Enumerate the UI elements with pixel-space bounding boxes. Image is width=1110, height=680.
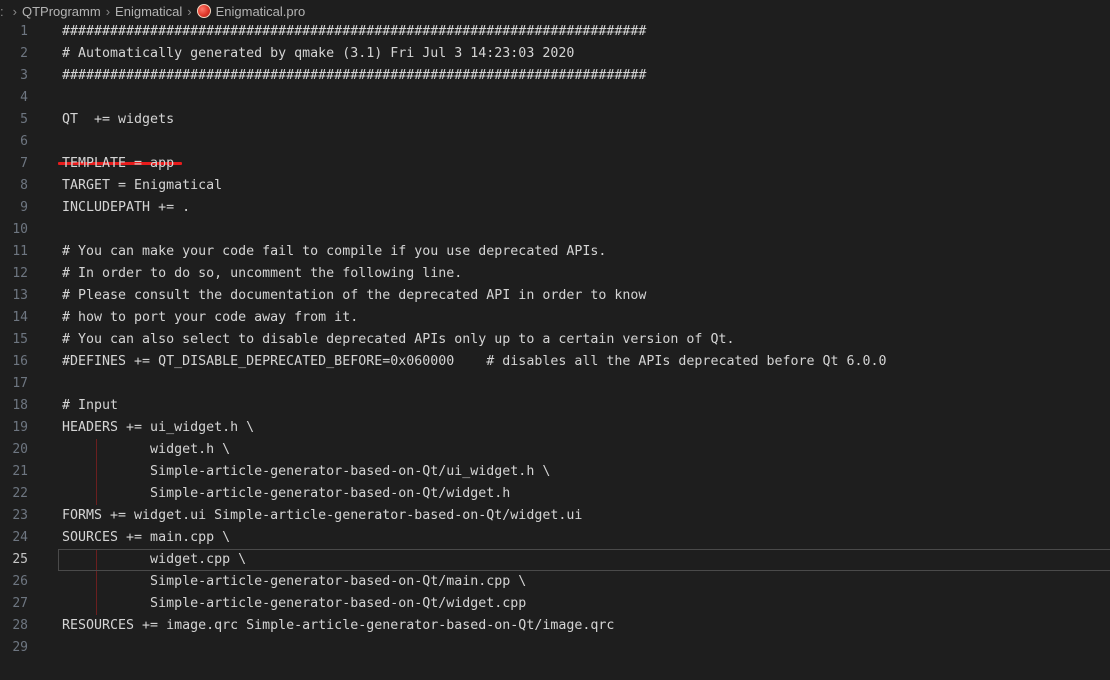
code-line[interactable]: 12 # In order to do so, uncomment the fol…	[0, 263, 1110, 285]
code-line[interactable]: 13 # Please consult the documentation of …	[0, 285, 1110, 307]
code-line[interactable]: 4	[0, 87, 1110, 109]
code-line[interactable]: 15 # You can also select to disable depre…	[0, 329, 1110, 351]
breadcrumb-item-file[interactable]: Enigmatical.pro	[216, 4, 306, 19]
line-number: 24	[12, 530, 28, 545]
code-line[interactable]: 26 Simple-article-generator-based-on-Qt/…	[0, 571, 1110, 593]
code-text: Simple-article-generator-based-on-Qt/wid…	[62, 596, 527, 611]
code-line[interactable]: 10	[0, 219, 1110, 241]
line-number: 20	[12, 442, 28, 457]
code-text: RESOURCES += image.qrc Simple-article-ge…	[62, 618, 615, 633]
code-text: FORMS += widget.ui Simple-article-genera…	[62, 508, 583, 523]
code-text: HEADERS += ui_widget.h \	[62, 420, 255, 435]
code-line[interactable]: 27 Simple-article-generator-based-on-Qt/…	[0, 593, 1110, 615]
line-number: 22	[12, 486, 28, 501]
code-line[interactable]: 22 Simple-article-generator-based-on-Qt/…	[0, 483, 1110, 505]
code-line[interactable]: 2 # Automatically generated by qmake (3.1…	[0, 43, 1110, 65]
code-editor[interactable]: 1 #######################################…	[0, 22, 1110, 680]
code-text: TARGET = Enigmatical	[62, 178, 223, 193]
qt-project-file-icon	[196, 4, 211, 18]
code-line[interactable]: 25 widget.cpp \	[0, 549, 1110, 571]
code-text: #DEFINES += QT_DISABLE_DEPRECATED_BEFORE…	[62, 354, 887, 369]
line-number: 13	[12, 288, 28, 303]
line-number: 21	[12, 464, 28, 479]
code-text: Simple-article-generator-based-on-Qt/ui_…	[62, 464, 551, 479]
line-number: 1	[20, 24, 28, 39]
code-line[interactable]: 28 RESOURCES += image.qrc Simple-article-…	[0, 615, 1110, 637]
breadcrumb-item-qtprogramm[interactable]: QTProgramm	[22, 4, 101, 19]
line-number: 17	[12, 376, 28, 391]
code-line[interactable]: 21 Simple-article-generator-based-on-Qt/…	[0, 461, 1110, 483]
code-text: # In order to do so, uncomment the follo…	[62, 266, 463, 281]
line-number: 9	[20, 200, 28, 215]
code-line[interactable]: 14 # how to port your code away from it.	[0, 307, 1110, 329]
line-number: 6	[20, 134, 28, 149]
code-text: QT += widgets	[62, 112, 175, 127]
code-line[interactable]: 24 SOURCES += main.cpp \	[0, 527, 1110, 549]
code-line[interactable]: 16 #DEFINES += QT_DISABLE_DEPRECATED_BEFO…	[0, 351, 1110, 373]
line-number: 11	[12, 244, 28, 259]
code-text: ########################################…	[62, 24, 647, 39]
code-line[interactable]: 7 TEMPLATE = app	[0, 153, 1110, 175]
line-number: 19	[12, 420, 28, 435]
code-text: SOURCES += main.cpp \	[62, 530, 231, 545]
code-text: widget.h \	[62, 442, 231, 457]
breadcrumb-item-enigmatical[interactable]: Enigmatical	[115, 4, 182, 19]
line-number: 27	[12, 596, 28, 611]
code-line[interactable]: 9 INCLUDEPATH += .	[0, 197, 1110, 219]
code-text: # You can make your code fail to compile…	[62, 244, 607, 259]
code-text: INCLUDEPATH += .	[62, 200, 191, 215]
code-text: # Input	[62, 398, 119, 413]
code-line[interactable]: 3 #######################################…	[0, 65, 1110, 87]
code-line[interactable]: 5 QT += widgets	[0, 109, 1110, 131]
code-line[interactable]: 29	[0, 637, 1110, 659]
line-number: 4	[20, 90, 28, 105]
code-text: TEMPLATE = app	[62, 156, 175, 171]
line-number: 26	[12, 574, 28, 589]
line-number: 28	[12, 618, 28, 633]
line-number: 10	[12, 222, 28, 237]
line-number: 15	[12, 332, 28, 347]
chevron-right-icon: ›	[12, 3, 17, 19]
line-number: 12	[12, 266, 28, 281]
code-line[interactable]: 1 #######################################…	[0, 21, 1110, 43]
code-line[interactable]: 20 widget.h \	[0, 439, 1110, 461]
line-number: 14	[12, 310, 28, 325]
code-line[interactable]: 11 # You can make your code fail to compi…	[0, 241, 1110, 263]
code-text: # Please consult the documentation of th…	[62, 288, 647, 303]
code-text: Simple-article-generator-based-on-Qt/wid…	[62, 486, 511, 501]
code-text: # You can also select to disable depreca…	[62, 332, 735, 347]
line-number: 29	[12, 640, 28, 655]
chevron-right-icon: ›	[187, 3, 192, 19]
line-number: 16	[12, 354, 28, 369]
chevron-right-icon: ›	[105, 3, 111, 19]
code-text: Simple-article-generator-based-on-Qt/mai…	[62, 574, 527, 589]
line-number: 5	[20, 112, 28, 127]
code-text: # Automatically generated by qmake (3.1)…	[62, 46, 575, 61]
code-line[interactable]: 19 HEADERS += ui_widget.h \	[0, 417, 1110, 439]
code-line[interactable]: 23 FORMS += widget.ui Simple-article-gene…	[0, 505, 1110, 527]
line-number: 23	[12, 508, 28, 523]
line-number: 8	[20, 178, 28, 193]
code-line[interactable]: 6	[0, 131, 1110, 153]
line-number: 18	[12, 398, 28, 413]
code-line[interactable]: 18 # Input	[0, 395, 1110, 417]
breadcrumb-lead: :	[0, 3, 4, 19]
line-number: 7	[20, 156, 28, 171]
breadcrumb: : › QTProgramm › Enigmatical › Enigmatic…	[0, 0, 1110, 22]
line-number: 25	[12, 552, 28, 567]
line-number: 2	[20, 46, 28, 61]
code-text: # how to port your code away from it.	[62, 310, 359, 325]
line-number: 3	[20, 68, 28, 83]
code-line[interactable]: 8 TARGET = Enigmatical	[0, 175, 1110, 197]
code-text: widget.cpp \	[62, 552, 247, 567]
code-line[interactable]: 17	[0, 373, 1110, 395]
code-text: ########################################…	[62, 68, 647, 83]
